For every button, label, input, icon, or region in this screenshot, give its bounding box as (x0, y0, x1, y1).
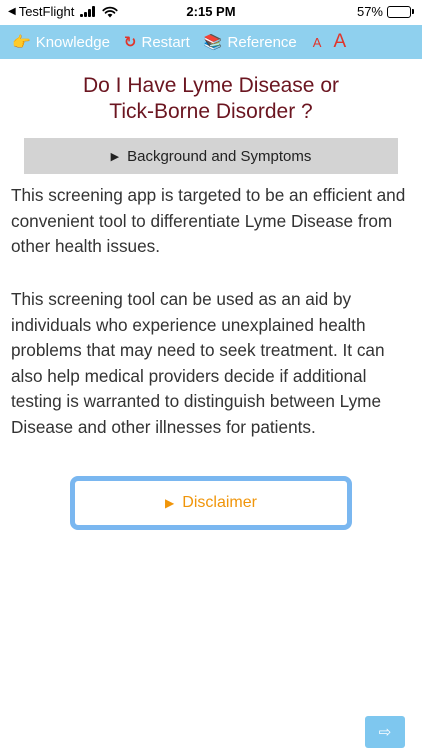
status-right: 57% (357, 4, 414, 19)
expand-triangle-icon: ▶ (110, 150, 120, 163)
books-icon: 📚 (203, 34, 223, 51)
next-arrow-icon: ⇨ (378, 724, 392, 741)
intro-paragraph: This screening app is targeted to be an … (11, 185, 406, 256)
restart-icon: ↻ (123, 34, 137, 51)
background-symptoms-toggle[interactable]: ▶ Background and Symptoms (24, 138, 398, 174)
accordion-label: Background and Symptoms (127, 147, 312, 165)
restart-button[interactable]: ↻ Restart (123, 33, 190, 52)
knowledge-label: Knowledge (35, 33, 110, 51)
restart-label: Restart (141, 33, 190, 51)
next-button[interactable]: ⇨ (365, 716, 405, 748)
battery-icon (387, 5, 411, 18)
toolbar: 👉 Knowledge ↻ Restart 📚 Reference A A (0, 25, 422, 59)
battery-percent: 57% (356, 4, 383, 19)
reference-label: Reference (227, 33, 297, 51)
page-title: Do I Have Lyme Disease or Tick-Borne Dis… (20, 73, 402, 125)
usage-paragraph: This screening tool can be used as an ai… (11, 289, 385, 437)
knowledge-button[interactable]: 👉 Knowledge (12, 33, 110, 52)
status-bar: ◀ TestFlight 2:15 PM 57% (0, 0, 422, 24)
increase-font-button[interactable]: A (333, 31, 346, 53)
title-line-1: Do I Have Lyme Disease or (83, 74, 339, 97)
title-line-2: Tick-Borne Disorder ? (109, 100, 313, 123)
reference-button[interactable]: 📚 Reference (203, 33, 297, 52)
decrease-font-button[interactable]: A (313, 35, 322, 50)
disclaimer-triangle-icon: ▶ (165, 496, 175, 510)
battery-cap (412, 9, 414, 14)
disclaimer-button[interactable]: ▶ Disclaimer (70, 476, 352, 530)
disclaimer-label: Disclaimer (182, 494, 257, 511)
pointing-hand-icon: 👉 (12, 34, 31, 51)
